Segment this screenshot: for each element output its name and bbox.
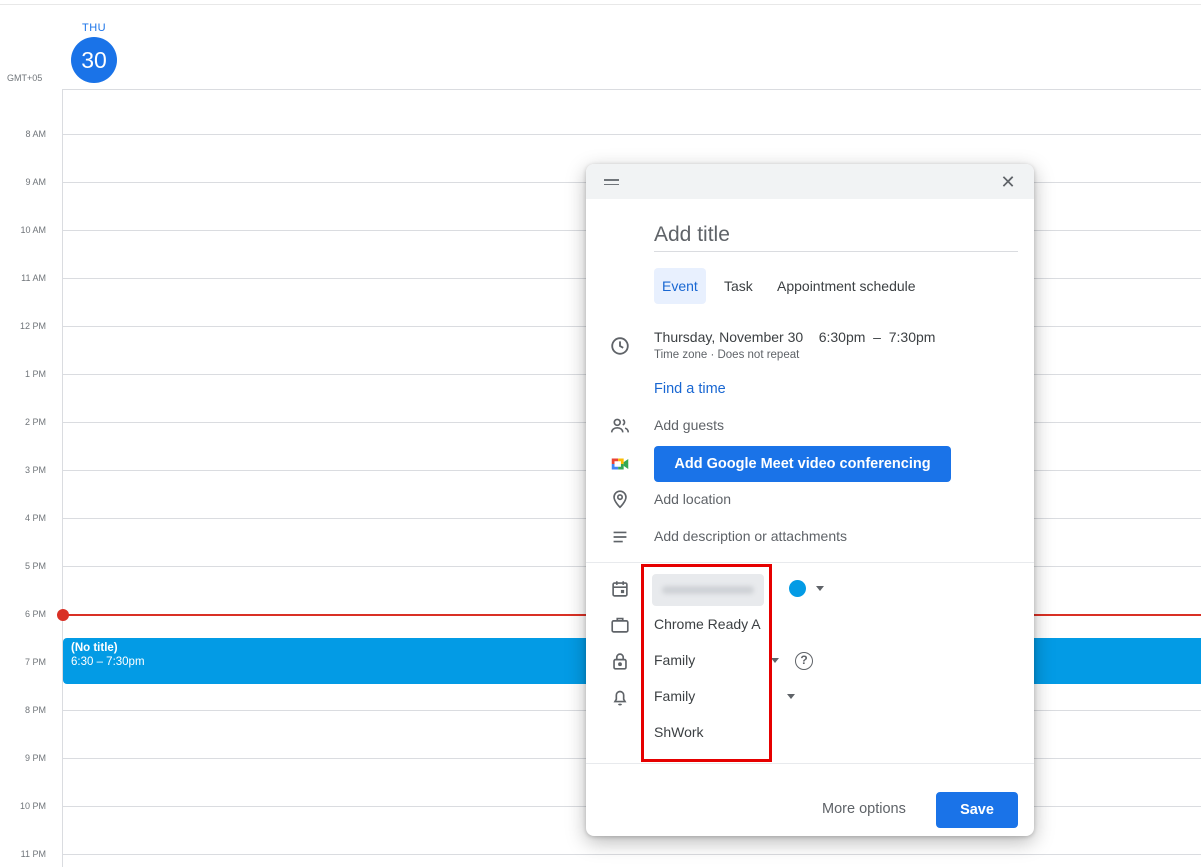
google-meet-icon — [609, 453, 631, 475]
close-button[interactable]: ✕ — [996, 171, 1020, 193]
hour-label: 10 AM — [20, 225, 46, 235]
hour-label: 8 PM — [24, 705, 46, 715]
tab-appointment-schedule[interactable]: Appointment schedule — [777, 268, 916, 304]
header-divider — [62, 89, 1201, 90]
add-google-meet-button[interactable]: Add Google Meet video conferencing — [654, 446, 951, 482]
hour-label: 8 AM — [25, 129, 46, 139]
people-icon — [609, 415, 631, 437]
tab-task[interactable]: Task — [724, 268, 753, 304]
timezone-repeat[interactable]: Time zone · Does not repeat — [654, 349, 799, 361]
hour-label: 2 PM — [24, 417, 46, 427]
drag-handle-icon[interactable] — [604, 179, 619, 188]
hour-label: 7 PM — [24, 657, 46, 667]
help-icon[interactable]: ? — [795, 652, 813, 670]
hour-label: 3 PM — [24, 465, 46, 475]
hour-label: 11 AM — [21, 273, 46, 283]
hour-label: 9 PM — [24, 753, 46, 763]
hour-line — [62, 854, 1201, 855]
calendar-icon — [609, 578, 631, 600]
hour-label: 9 AM — [25, 177, 46, 187]
timezone-label: GMT+05 — [7, 73, 43, 83]
add-guests-field[interactable]: Add guests — [654, 417, 724, 433]
current-time-dot — [57, 609, 69, 621]
calendar-color-dot[interactable] — [789, 580, 806, 597]
find-a-time-link[interactable]: Find a time — [654, 381, 726, 397]
description-icon — [609, 526, 631, 548]
day-number[interactable]: 30 — [71, 37, 117, 83]
save-button[interactable]: Save — [936, 792, 1018, 828]
date-time-selector[interactable]: Thursday, November 30 6:30pm – 7:30pm — [654, 329, 935, 345]
section-divider — [586, 562, 1034, 563]
hour-label: 10 PM — [19, 801, 46, 811]
hour-line — [62, 134, 1201, 135]
add-location-field[interactable]: Add location — [654, 491, 731, 507]
add-description-field[interactable]: Add description or attachments — [654, 528, 847, 544]
hour-label: 1 PM — [24, 369, 46, 379]
hour-label: 6 PM — [24, 609, 46, 619]
location-pin-icon — [609, 488, 631, 510]
time-column-divider — [62, 89, 63, 867]
color-dropdown-caret-icon[interactable] — [816, 586, 824, 591]
hour-label: 5 PM — [24, 561, 46, 571]
notification-dropdown-caret-icon[interactable] — [787, 694, 795, 699]
annotation-highlight-box — [641, 564, 772, 762]
event-dialog: ✕ Event Task Appointment schedule Thursd… — [586, 164, 1034, 836]
close-icon: ✕ — [1000, 172, 1016, 192]
lock-icon — [609, 650, 631, 672]
briefcase-icon — [609, 614, 631, 636]
more-options-button[interactable]: More options — [822, 801, 906, 817]
visibility-dropdown-caret-icon[interactable] — [771, 658, 779, 663]
hour-label: 11 PM — [20, 849, 46, 859]
dialog-header[interactable]: ✕ — [586, 164, 1034, 199]
title-input[interactable] — [654, 219, 1018, 252]
hour-label: 4 PM — [24, 513, 46, 523]
clock-icon — [609, 335, 631, 357]
bell-icon — [609, 686, 631, 708]
day-weekday: THU — [82, 22, 107, 34]
hour-label: 12 PM — [19, 321, 46, 331]
tab-event[interactable]: Event — [654, 268, 706, 304]
footer-divider — [586, 763, 1034, 764]
top-border — [0, 4, 1201, 5]
